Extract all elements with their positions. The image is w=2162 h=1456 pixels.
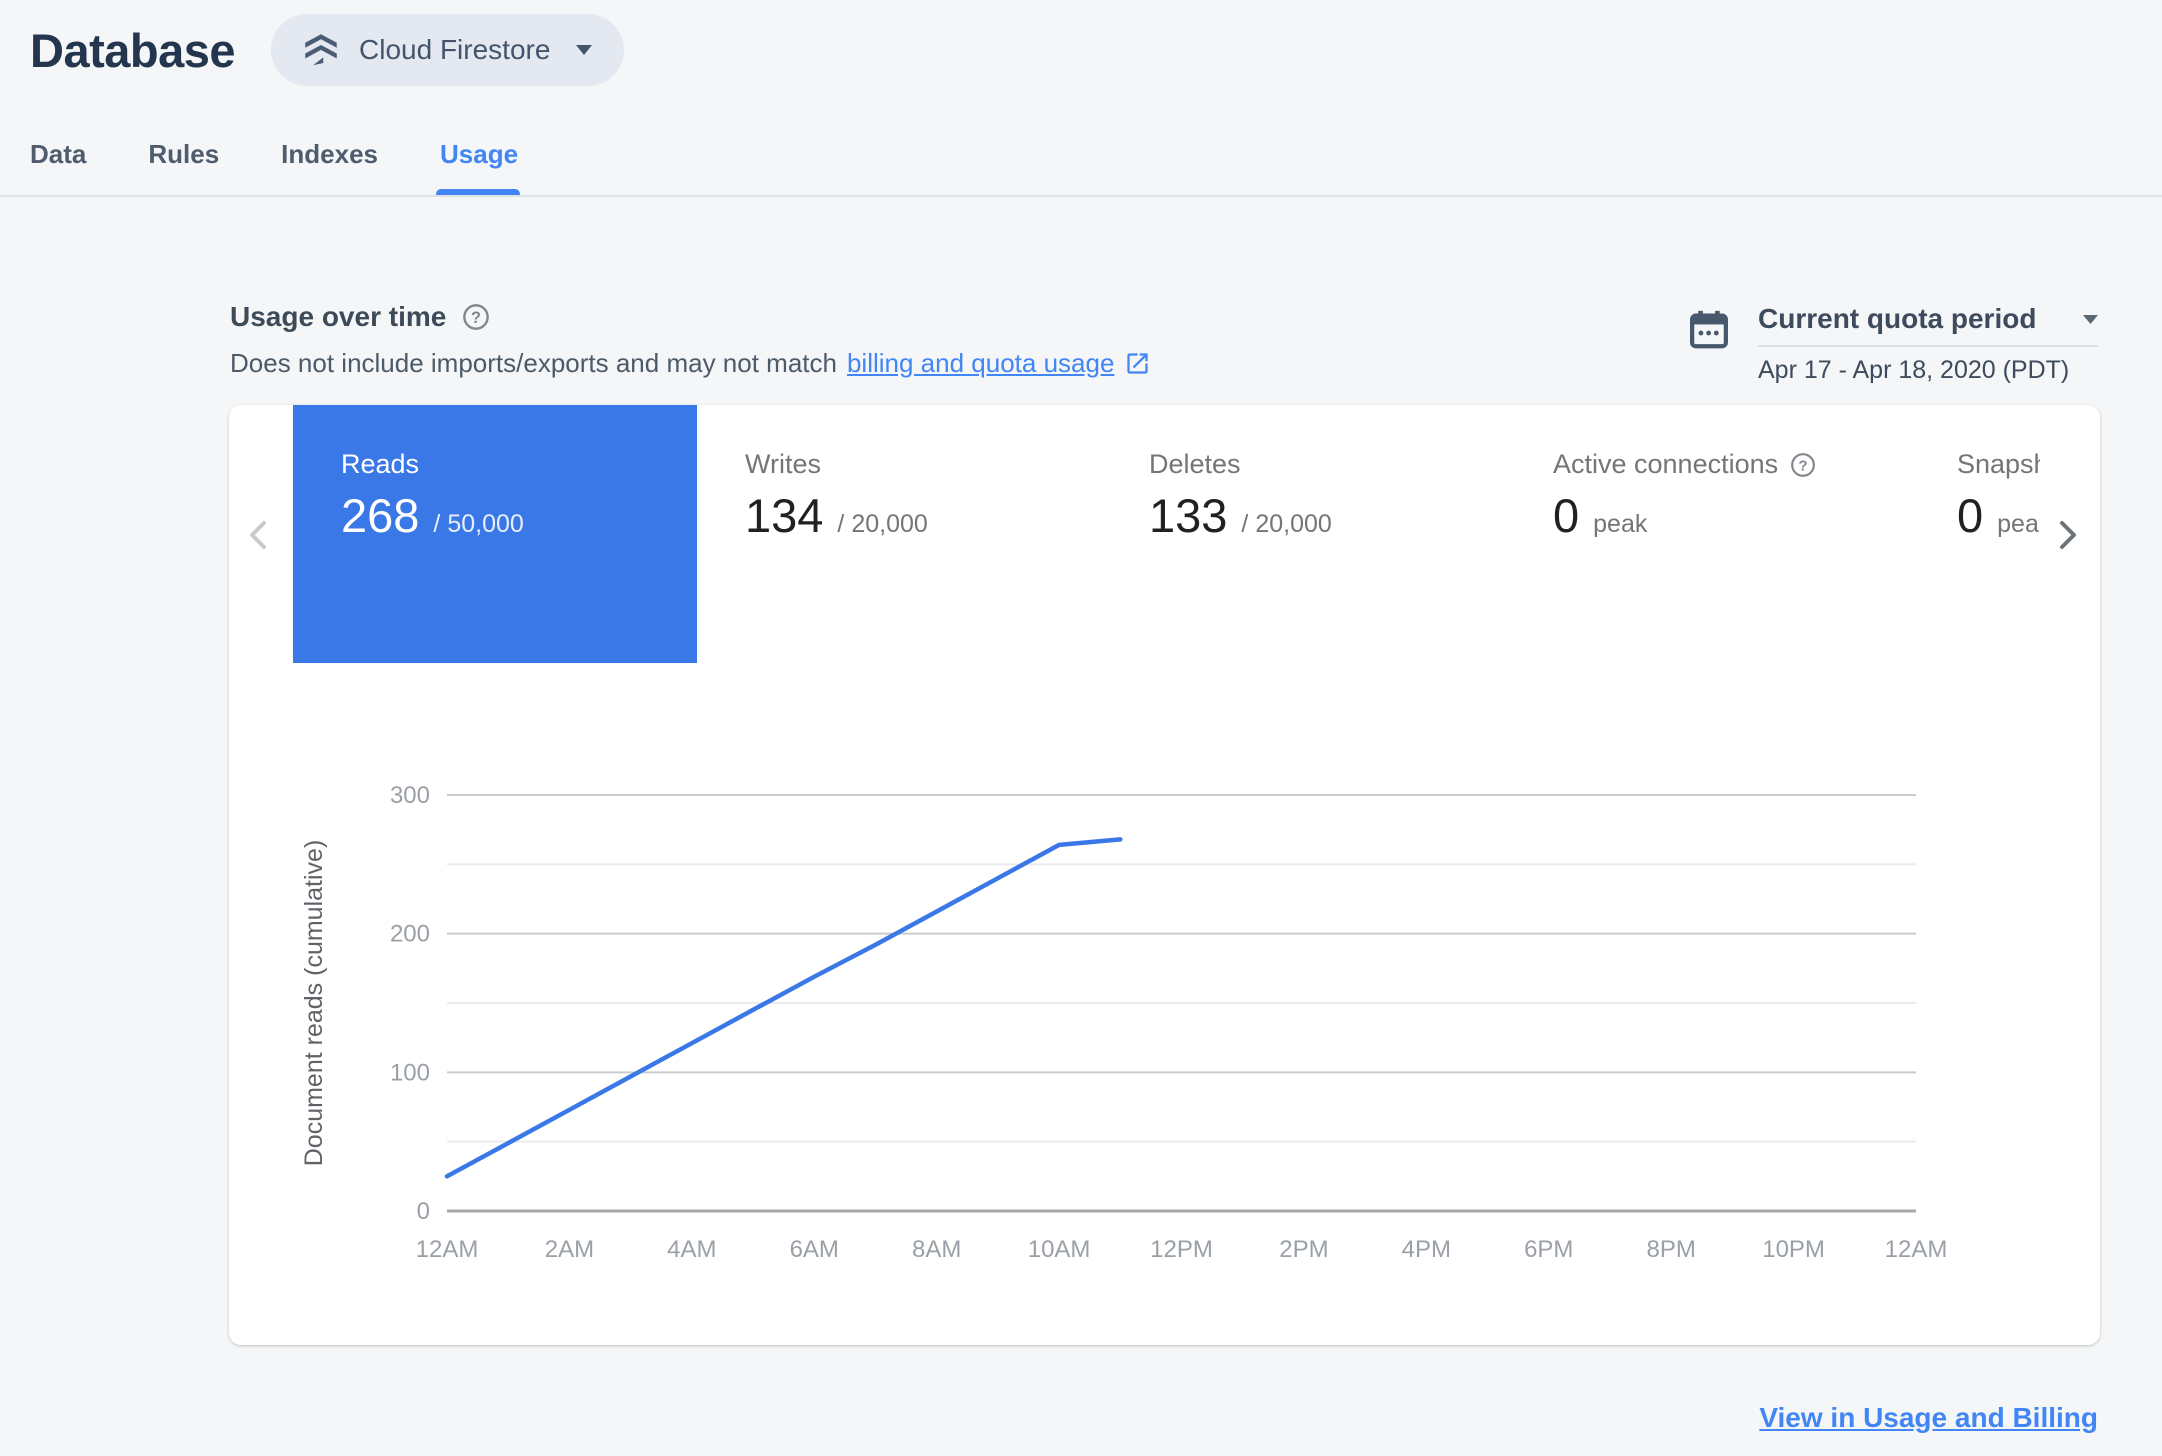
firestore-icon: [303, 32, 339, 68]
svg-text:6PM: 6PM: [1524, 1236, 1573, 1263]
quota-period-value: Apr 17 - Apr 18, 2020 (PDT): [1758, 356, 2070, 384]
svg-text:2AM: 2AM: [545, 1236, 594, 1263]
metric-tile-active-connections[interactable]: Active connections ? 0 peak: [1505, 405, 1909, 663]
metric-value: 268: [341, 489, 420, 542]
tab-data[interactable]: Data: [30, 139, 86, 197]
metric-value: 0: [1957, 489, 1984, 542]
billing-quota-link[interactable]: billing and quota usage: [847, 348, 1114, 379]
carousel-next-button[interactable]: [2047, 515, 2087, 555]
metric-label: Deletes: [1149, 449, 1241, 479]
metric-label: Reads: [341, 449, 420, 479]
external-link-icon: [1124, 350, 1151, 377]
quota-period-label: Current quota period: [1758, 303, 2037, 334]
metric-tile-snapshot-listeners[interactable]: Snapshot listeners 0 peak: [1909, 405, 2040, 663]
metric-label: Active connections: [1553, 449, 1779, 479]
svg-text:100: 100: [390, 1059, 430, 1086]
svg-text:6AM: 6AM: [790, 1236, 839, 1263]
svg-text:?: ?: [1798, 457, 1807, 474]
metric-label: Snapshot listeners: [1957, 449, 2040, 479]
firestore-usage-page: Database Cloud Firestore Data Rules Inde…: [0, 0, 2162, 1456]
svg-text:12AM: 12AM: [1885, 1236, 1948, 1263]
svg-text:8AM: 8AM: [912, 1236, 961, 1263]
svg-text:?: ?: [471, 309, 481, 327]
caret-down-icon: [2083, 314, 2098, 324]
page-title: Database: [30, 23, 236, 77]
svg-text:12PM: 12PM: [1150, 1236, 1213, 1263]
product-selector-label: Cloud Firestore: [359, 34, 551, 65]
metric-tiles: Reads 268 / 50,000 Writes 134 / 20,000 D…: [293, 405, 2040, 663]
svg-text:10AM: 10AM: [1028, 1236, 1091, 1263]
svg-text:10PM: 10PM: [1762, 1236, 1825, 1263]
caret-down-icon: [576, 45, 593, 55]
product-selector[interactable]: Cloud Firestore: [271, 14, 625, 86]
quota-period-selector[interactable]: Current quota period Apr 17 - Apr 18, 20…: [1686, 303, 2098, 385]
metric-tile-writes[interactable]: Writes 134 / 20,000: [697, 405, 1101, 663]
metric-suffix: peak: [1593, 510, 1648, 538]
tabs-divider: [0, 195, 2162, 197]
svg-text:0: 0: [417, 1198, 430, 1225]
tab-rules[interactable]: Rules: [148, 139, 219, 197]
svg-text:200: 200: [390, 921, 430, 948]
svg-text:4PM: 4PM: [1402, 1236, 1451, 1263]
metric-value: 133: [1149, 489, 1228, 542]
svg-text:Document reads (cumulative): Document reads (cumulative): [300, 840, 328, 1167]
svg-text:4AM: 4AM: [667, 1236, 716, 1263]
chevron-left-icon: [239, 515, 279, 555]
usage-description-text: Does not include imports/exports and may…: [230, 348, 837, 378]
metric-value: 0: [1553, 489, 1580, 542]
metric-suffix: / 20,000: [837, 510, 928, 538]
metric-label: Writes: [745, 449, 822, 479]
metric-tile-deletes[interactable]: Deletes 133 / 20,000: [1101, 405, 1505, 663]
svg-text:12AM: 12AM: [416, 1236, 479, 1263]
tab-usage[interactable]: Usage: [435, 139, 521, 197]
tab-bar: Data Rules Indexes Usage: [30, 139, 521, 197]
chevron-right-icon: [2047, 515, 2087, 555]
help-icon[interactable]: ?: [1790, 452, 1816, 478]
carousel-previous-button[interactable]: [239, 515, 279, 555]
svg-text:8PM: 8PM: [1646, 1236, 1695, 1263]
view-usage-billing-link[interactable]: View in Usage and Billing: [1759, 1402, 2098, 1434]
metric-value: 134: [745, 489, 824, 542]
calendar-icon: [1686, 307, 1732, 385]
metric-suffix: / 50,000: [433, 510, 524, 538]
tab-indexes[interactable]: Indexes: [281, 139, 378, 197]
usage-description: Does not include imports/exports and may…: [230, 348, 1151, 379]
metric-suffix: peak: [1997, 510, 2040, 538]
usage-heading: Usage over time: [230, 301, 447, 332]
svg-text:2PM: 2PM: [1279, 1236, 1328, 1263]
usage-section-header: Usage over time ? Does not include impor…: [230, 301, 1151, 379]
page-header: Database Cloud Firestore: [30, 14, 625, 86]
usage-card: 0 100 200 300 12AM 2AM 4AM 6AM 8AM 10AM 12PM 2PM 4PM…: [229, 405, 2100, 1345]
svg-text:300: 300: [390, 782, 430, 809]
help-icon[interactable]: ?: [462, 303, 490, 331]
metric-suffix: / 20,000: [1241, 510, 1332, 538]
metric-tile-reads[interactable]: Reads 268 / 50,000: [293, 405, 697, 663]
